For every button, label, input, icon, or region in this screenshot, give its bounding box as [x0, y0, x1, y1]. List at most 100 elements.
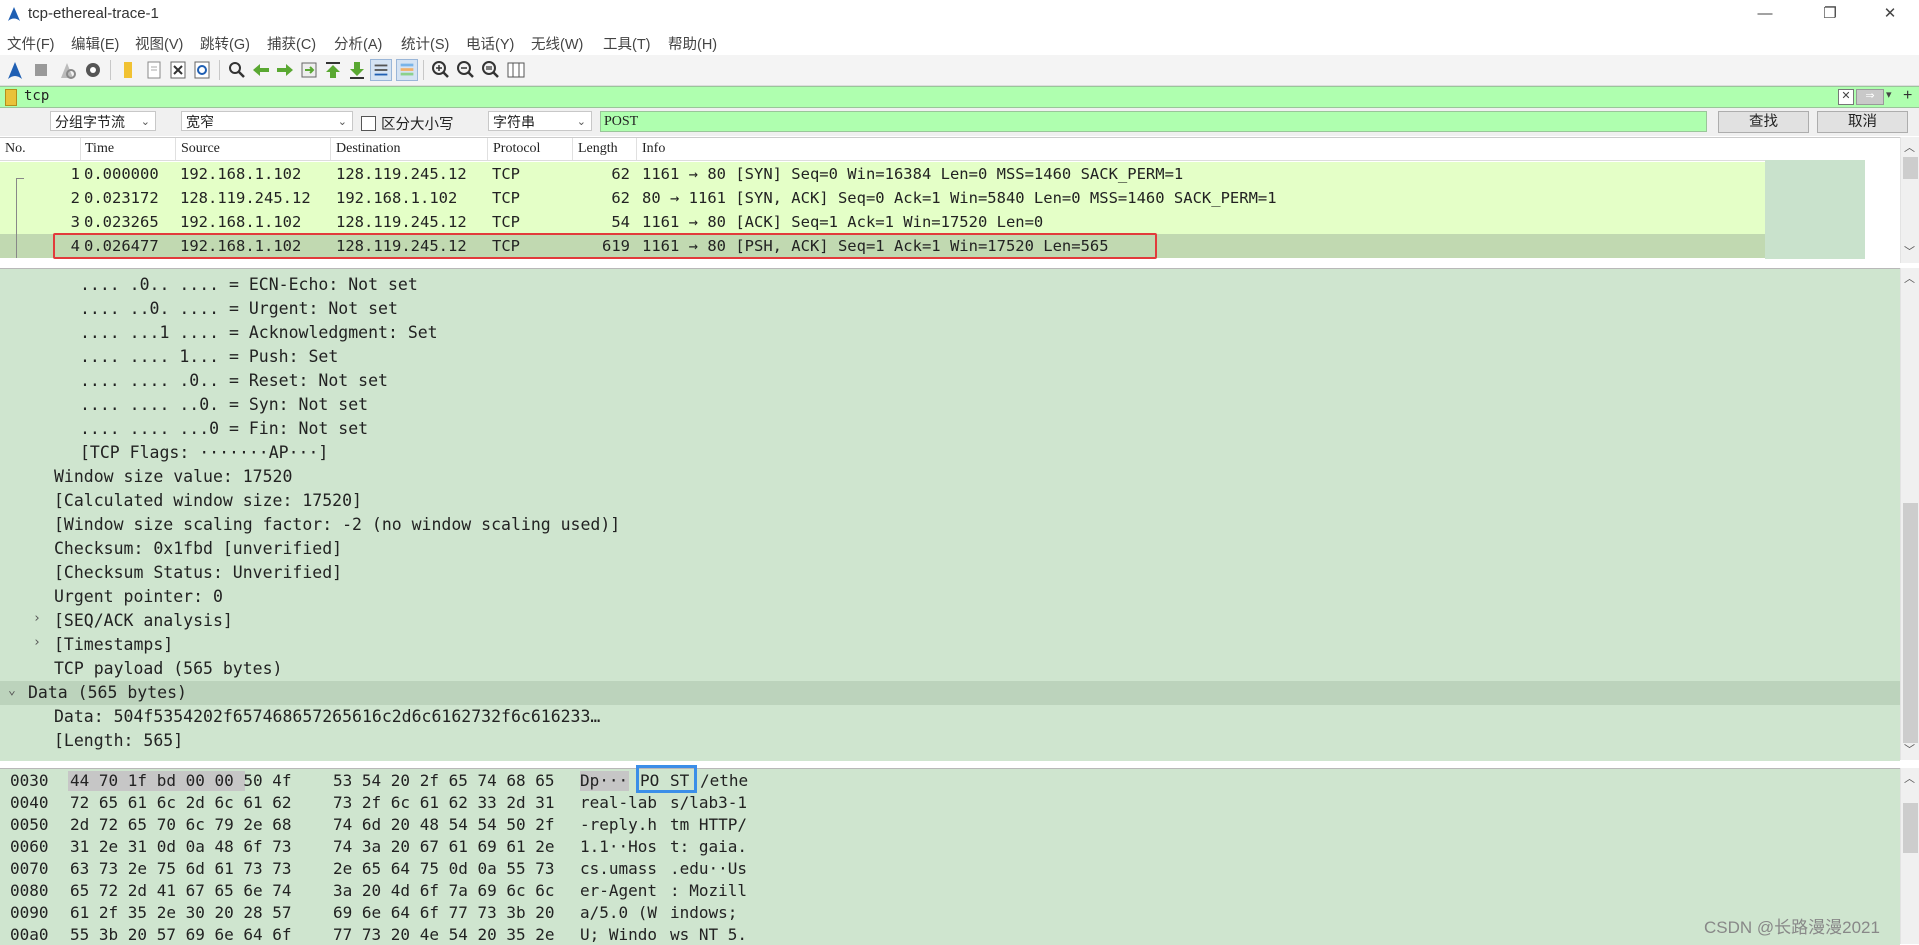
detail-row[interactable]: .... ..0. .... = Urgent: Not set — [0, 297, 1900, 321]
restart-capture-icon[interactable] — [56, 59, 78, 81]
detail-row-timestamps[interactable]: › [Timestamps] — [0, 633, 1900, 657]
minimize-button[interactable]: — — [1740, 0, 1790, 30]
scrollbar-thumb[interactable] — [1903, 503, 1918, 743]
detail-row-data-selected[interactable]: ⌄ Data (565 bytes) — [0, 681, 1900, 705]
column-divider[interactable] — [80, 138, 81, 160]
zoom-out-icon[interactable] — [455, 59, 477, 81]
detail-row[interactable]: .... .... ..0. = Syn: Not set — [0, 393, 1900, 417]
menu-capture[interactable]: 捕获(C) — [267, 33, 316, 54]
zoom-in-icon[interactable] — [430, 59, 452, 81]
column-divider[interactable] — [330, 138, 331, 160]
bytes-row[interactable]: 0080 65 72 2d 41 67 65 6e 74 3a 20 4d 6f… — [0, 880, 747, 902]
column-divider[interactable] — [572, 138, 573, 160]
start-capture-icon[interactable] — [4, 59, 26, 81]
detail-row[interactable]: .... .... ...0 = Fin: Not set — [0, 417, 1900, 441]
detail-row[interactable]: Urgent pointer: 0 — [0, 585, 1900, 609]
close-file-icon[interactable] — [167, 59, 189, 81]
menu-view[interactable]: 视图(V) — [135, 33, 183, 54]
cancel-button[interactable]: 取消 — [1817, 111, 1908, 133]
scroll-up-icon[interactable]: ︿ — [1904, 770, 1915, 786]
stop-capture-icon[interactable] — [30, 59, 52, 81]
menu-wireless[interactable]: 无线(W) — [531, 33, 583, 54]
display-filter-input[interactable]: tcp — [24, 88, 49, 104]
detail-row-seq-ack-analysis[interactable]: › [SEQ/ACK analysis] — [0, 609, 1900, 633]
find-packet-icon[interactable] — [226, 59, 248, 81]
column-header-destination[interactable]: Destination — [336, 141, 401, 157]
save-file-icon[interactable] — [143, 59, 165, 81]
detail-row[interactable]: .... .0.. .... = ECN-Echo: Not set — [0, 273, 1900, 297]
detail-row[interactable]: .... ...1 .... = Acknowledgment: Set — [0, 321, 1900, 345]
packet-list-scrollbar[interactable]: ︿ ﹀ — [1900, 137, 1919, 263]
detail-row[interactable]: TCP payload (565 bytes) — [0, 657, 1900, 681]
menu-statistics[interactable]: 统计(S) — [401, 33, 449, 54]
detail-row[interactable]: .... .... 1... = Push: Set — [0, 345, 1900, 369]
go-back-icon[interactable] — [250, 59, 272, 81]
bytes-row[interactable]: 00a0 55 3b 20 57 69 6e 64 6f 77 73 20 4e… — [0, 924, 747, 945]
scroll-down-icon[interactable]: ﹀ — [1904, 741, 1915, 757]
colorize-icon[interactable] — [396, 59, 418, 81]
packet-details-pane[interactable]: .... .0.. .... = ECN-Echo: Not set .... … — [0, 268, 1900, 761]
menu-go[interactable]: 跳转(G) — [200, 33, 250, 54]
detail-row[interactable]: Window size value: 17520 — [0, 465, 1900, 489]
packet-row[interactable]: 2 0.023172 128.119.245.12 192.168.1.102 … — [0, 186, 1765, 210]
menu-file[interactable]: 文件(F) — [7, 33, 55, 54]
chevron-down-icon[interactable]: ⌄ — [8, 683, 16, 698]
search-string-input[interactable]: POST — [600, 111, 1707, 132]
packet-row[interactable]: 1 0.000000 192.168.1.102 128.119.245.12 … — [0, 162, 1765, 186]
bytes-row[interactable]: 0040 72 65 61 6c 2d 6c 61 62 73 2f 6c 61… — [0, 792, 747, 814]
zoom-normal-icon[interactable] — [480, 59, 502, 81]
bytes-row[interactable]: 0090 61 2f 35 2e 30 20 28 57 69 6e 64 6f… — [0, 902, 737, 924]
menu-edit[interactable]: 编辑(E) — [71, 33, 119, 54]
character-width-select[interactable]: 宽窄 ⌄ — [181, 111, 353, 131]
detail-row[interactable]: .... .... .0.. = Reset: Not set — [0, 369, 1900, 393]
scroll-up-icon[interactable]: ︿ — [1904, 270, 1915, 286]
menu-analyze[interactable]: 分析(A) — [334, 33, 382, 54]
go-forward-icon[interactable] — [274, 59, 296, 81]
detail-row[interactable]: [TCP Flags: ·······AP···] — [0, 441, 1900, 465]
first-packet-icon[interactable] — [322, 59, 344, 81]
column-divider[interactable] — [175, 138, 176, 160]
close-button[interactable]: ✕ — [1865, 0, 1915, 30]
scroll-up-icon[interactable]: ︿ — [1904, 139, 1915, 155]
bytes-row[interactable]: 0060 31 2e 31 0d 0a 48 6f 73 74 3a 20 67… — [0, 836, 747, 858]
detail-row[interactable]: Checksum: 0x1fbd [unverified] — [0, 537, 1900, 561]
scrollbar-thumb[interactable] — [1903, 803, 1918, 853]
case-sensitive-checkbox[interactable] — [361, 116, 376, 131]
packet-bytes-pane[interactable]: 0030 44 70 1f bd 00 00 50 4f 53 54 20 2f… — [0, 768, 1900, 945]
apply-filter-icon[interactable]: ⇒ — [1856, 89, 1884, 105]
menu-telephony[interactable]: 电话(Y) — [466, 33, 514, 54]
detail-row[interactable]: [Window size scaling factor: -2 (no wind… — [0, 513, 1900, 537]
detail-row[interactable]: Data: 504f5354202f657468657265616c2d6c61… — [0, 705, 1900, 729]
menu-tools[interactable]: 工具(T) — [603, 33, 651, 54]
search-in-select[interactable]: 分组字节流 ⌄ — [50, 111, 156, 131]
column-header-source[interactable]: Source — [181, 141, 220, 157]
last-packet-icon[interactable] — [346, 59, 368, 81]
add-filter-button-icon[interactable]: + — [1903, 87, 1912, 105]
packet-bytes-scrollbar[interactable]: ︿ — [1900, 768, 1919, 944]
column-header-length[interactable]: Length — [578, 141, 618, 157]
detail-row[interactable]: [Calculated window size: 17520] — [0, 489, 1900, 513]
search-type-select[interactable]: 字符串 ⌄ — [488, 111, 592, 131]
column-header-time[interactable]: Time — [85, 141, 114, 157]
auto-scroll-icon[interactable] — [370, 59, 392, 81]
open-file-icon[interactable] — [118, 59, 140, 81]
find-button[interactable]: 查找 — [1718, 111, 1809, 133]
menu-help[interactable]: 帮助(H) — [668, 33, 717, 54]
bookmark-icon[interactable] — [5, 89, 17, 106]
packet-row[interactable]: 3 0.023265 192.168.1.102 128.119.245.12 … — [0, 210, 1765, 234]
restore-button[interactable]: ❐ — [1805, 0, 1855, 30]
filter-history-dropdown-icon[interactable]: ▾ — [1886, 88, 1892, 101]
intelligent-scrollbar-map[interactable] — [1765, 160, 1865, 259]
chevron-right-icon[interactable]: › — [33, 611, 41, 626]
detail-row[interactable]: [Checksum Status: Unverified] — [0, 561, 1900, 585]
capture-options-icon[interactable] — [82, 59, 104, 81]
go-to-packet-icon[interactable] — [298, 59, 320, 81]
detail-row[interactable]: [Length: 565] — [0, 729, 1900, 753]
column-header-protocol[interactable]: Protocol — [493, 141, 540, 157]
bytes-row[interactable]: 0070 63 73 2e 75 6d 61 73 73 2e 65 64 75… — [0, 858, 747, 880]
resize-columns-icon[interactable] — [505, 59, 527, 81]
packet-details-scrollbar[interactable]: ︿ ﹀ — [1900, 268, 1919, 760]
scroll-down-icon[interactable]: ﹀ — [1904, 243, 1915, 259]
column-divider[interactable] — [636, 138, 637, 160]
chevron-right-icon[interactable]: › — [33, 635, 41, 650]
